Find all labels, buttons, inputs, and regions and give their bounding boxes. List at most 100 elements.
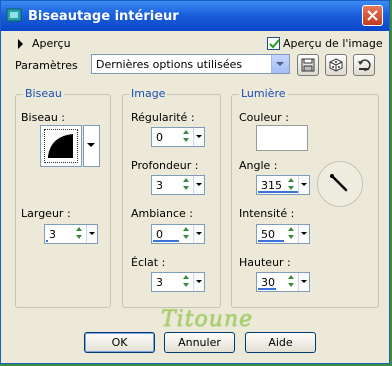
- spin-dropdown-button[interactable]: [193, 128, 204, 146]
- width-value: 3: [49, 228, 56, 241]
- spin-down-icon[interactable]: [288, 283, 294, 287]
- spin-arrows[interactable]: [73, 225, 86, 243]
- bevel-label: Biseau :: [21, 111, 66, 124]
- spin-up-icon[interactable]: [183, 275, 189, 279]
- depth-value: 3: [156, 179, 163, 192]
- spin-down-icon[interactable]: [288, 186, 294, 190]
- light-color-swatch[interactable]: [256, 125, 308, 151]
- height-spinner[interactable]: 30: [256, 272, 310, 292]
- preview-toggle-arrow-icon[interactable]: [18, 39, 23, 49]
- chevron-down-icon: [89, 232, 95, 235]
- width-level-bar: [46, 240, 48, 242]
- chevron-down-icon: [196, 232, 202, 235]
- ambience-spinner[interactable]: 0: [151, 224, 205, 244]
- width-spinner[interactable]: 3: [44, 224, 98, 244]
- angle-needle-icon: [330, 174, 348, 192]
- intensity-label: Intensité :: [239, 207, 295, 220]
- close-button[interactable]: [362, 5, 383, 26]
- chevron-down-icon: [196, 280, 202, 283]
- spin-down-icon[interactable]: [76, 235, 82, 239]
- dialog-window: Biseautage intérieur Aperçu Aperçu de l'…: [0, 0, 390, 364]
- spin-up-icon[interactable]: [183, 178, 189, 182]
- spin-up-icon[interactable]: [76, 227, 82, 231]
- spin-arrows[interactable]: [180, 225, 193, 243]
- image-preview-checkbox[interactable]: [267, 37, 280, 50]
- randomize-button[interactable]: [325, 54, 347, 76]
- floppy-disk-icon: [301, 58, 315, 72]
- spin-up-icon[interactable]: [288, 178, 294, 182]
- angle-label: Angle :: [239, 159, 278, 172]
- cancel-button[interactable]: Annuler: [164, 332, 235, 353]
- spin-dropdown-button[interactable]: [193, 225, 204, 243]
- spin-down-icon[interactable]: [183, 186, 189, 190]
- spin-up-icon[interactable]: [288, 275, 294, 279]
- intensity-spinner[interactable]: 50: [256, 224, 310, 244]
- spin-dropdown-button[interactable]: [298, 176, 309, 194]
- color-label: Couleur :: [239, 111, 289, 124]
- depth-label: Profondeur :: [131, 159, 199, 172]
- intensity-level-bar: [258, 240, 284, 242]
- spin-dropdown-button[interactable]: [86, 225, 97, 243]
- spin-arrows[interactable]: [285, 176, 298, 194]
- ambience-level-bar: [153, 240, 179, 242]
- chevron-down-icon: [87, 143, 95, 147]
- spin-arrows[interactable]: [285, 273, 298, 291]
- height-label: Hauteur :: [239, 256, 291, 269]
- shininess-label: Éclat :: [131, 256, 166, 269]
- spin-arrows[interactable]: [180, 273, 193, 291]
- width-label: Largeur :: [21, 207, 71, 220]
- smoothness-label: Régularité :: [131, 111, 195, 124]
- title-bar[interactable]: Biseautage intérieur: [1, 1, 389, 31]
- chevron-down-icon: [196, 183, 202, 186]
- spin-up-icon[interactable]: [288, 227, 294, 231]
- angle-dial[interactable]: [317, 161, 363, 207]
- spin-arrows[interactable]: [180, 176, 193, 194]
- bevel-shape-dropdown-button[interactable]: [83, 125, 100, 167]
- smoothness-spinner[interactable]: 0: [151, 127, 205, 147]
- chevron-down-icon: [301, 280, 307, 283]
- spin-down-icon[interactable]: [288, 235, 294, 239]
- light-group-title: Lumière: [239, 87, 288, 100]
- shininess-value: 3: [156, 276, 163, 289]
- angle-spinner[interactable]: 315: [256, 175, 310, 195]
- chevron-down-icon: [276, 62, 284, 66]
- spin-dropdown-button[interactable]: [193, 273, 204, 291]
- close-icon: [367, 10, 378, 21]
- image-preview-label[interactable]: Aperçu de l'image: [283, 37, 383, 50]
- checkmark-icon: [269, 39, 280, 49]
- shininess-spinner[interactable]: 3: [151, 272, 205, 292]
- image-group-title: Image: [129, 87, 168, 100]
- help-button[interactable]: Aide: [245, 332, 316, 353]
- spin-down-icon[interactable]: [183, 138, 189, 142]
- ok-button[interactable]: OK: [84, 332, 155, 353]
- reset-arrow-icon: [358, 59, 371, 71]
- app-icon: [6, 7, 24, 23]
- spin-arrows[interactable]: [285, 225, 298, 243]
- spin-up-icon[interactable]: [183, 130, 189, 134]
- spin-dropdown-button[interactable]: [298, 273, 309, 291]
- chevron-down-icon: [301, 232, 307, 235]
- spin-dropdown-button[interactable]: [298, 225, 309, 243]
- bevel-shape-preview[interactable]: [40, 125, 82, 167]
- ambience-label: Ambiance :: [131, 207, 194, 220]
- window-title: Biseautage intérieur: [28, 9, 179, 24]
- spin-down-icon[interactable]: [183, 235, 189, 239]
- smoothness-value: 0: [156, 131, 163, 144]
- save-preset-button[interactable]: [297, 54, 319, 76]
- spin-dropdown-button[interactable]: [193, 176, 204, 194]
- chevron-down-icon: [301, 183, 307, 186]
- bevel-group-title: Biseau: [23, 87, 64, 100]
- params-select[interactable]: Dernières options utilisées: [91, 54, 290, 74]
- params-select-value: Dernières options utilisées: [96, 58, 243, 71]
- spin-up-icon[interactable]: [183, 227, 189, 231]
- bevel-shape-icon: [48, 134, 73, 158]
- preview-toggle-label[interactable]: Aperçu: [32, 37, 71, 50]
- dice-icon: [329, 58, 343, 72]
- spin-arrows[interactable]: [180, 128, 193, 146]
- spin-down-icon[interactable]: [183, 283, 189, 287]
- watermark-signature: Titoune: [161, 307, 254, 332]
- params-select-dropdown-button[interactable]: [271, 55, 289, 73]
- depth-spinner[interactable]: 3: [151, 175, 205, 195]
- reset-button[interactable]: [353, 54, 375, 76]
- params-label: Paramètres: [15, 59, 78, 72]
